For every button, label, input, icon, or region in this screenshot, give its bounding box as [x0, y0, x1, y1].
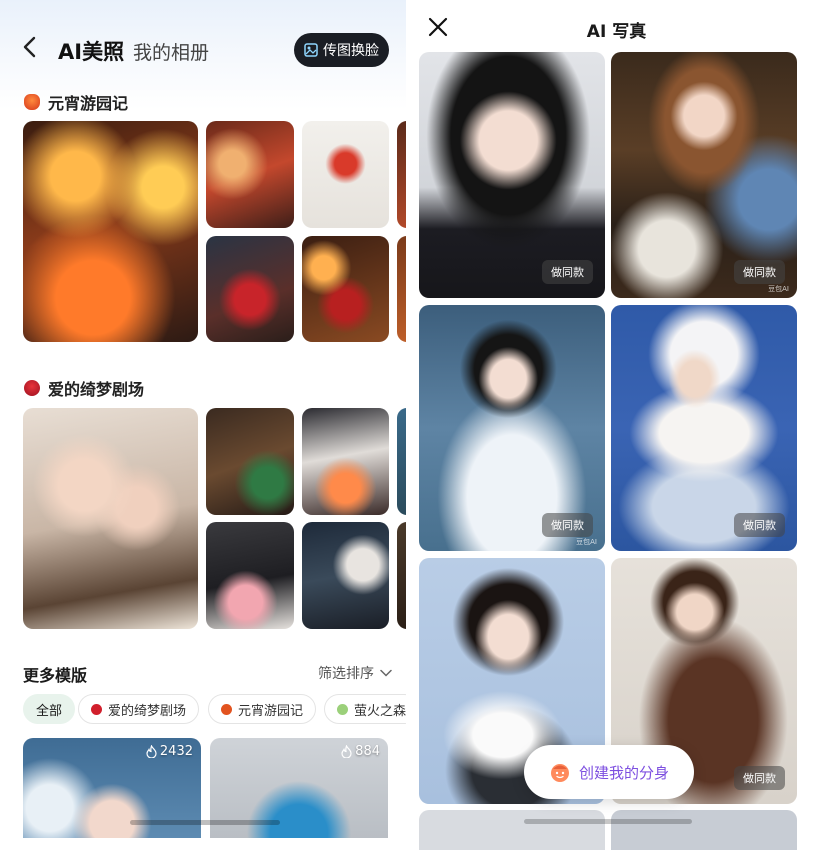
portrait-photo[interactable]: 做同款 豆包AI	[611, 52, 797, 298]
usage-count: 2432	[146, 744, 193, 759]
portrait-photo[interactable]: 做同款	[419, 52, 605, 298]
romance-template-tile[interactable]	[302, 522, 389, 629]
more-templates-title: 更多模版	[23, 666, 88, 685]
portrait-photo[interactable]: 做同款	[611, 305, 797, 551]
usage-count-value: 884	[355, 744, 380, 759]
usage-count-value: 2432	[159, 744, 193, 759]
filter-sort-label: 筛选排序	[318, 666, 374, 682]
lantern-icon	[221, 703, 232, 715]
romance-template-tile[interactable]	[397, 408, 406, 515]
image-swap-icon	[304, 43, 318, 57]
make-same-button[interactable]: 做同款	[734, 766, 785, 790]
chip-firefly-forest[interactable]: 萤火之森	[324, 694, 406, 724]
tab-ai-photos[interactable]: AI美照	[58, 36, 124, 66]
romance-template-large[interactable]	[23, 408, 198, 629]
chevron-down-icon	[380, 669, 392, 677]
chip-all-label: 全部	[36, 703, 63, 719]
section-romance-theater-label: 爱的绮梦剧场	[48, 380, 145, 399]
lantern-template-tile[interactable]	[397, 236, 406, 342]
create-my-avatar-label: 创建我的分身	[578, 763, 669, 782]
watermark: 豆包AI	[576, 538, 597, 546]
portrait-photo[interactable]: 做同款 豆包AI	[419, 305, 605, 551]
rose-icon	[91, 703, 102, 715]
page-title: AI 写真	[586, 22, 647, 42]
make-same-button[interactable]: 做同款	[542, 513, 593, 537]
lantern-template-tile[interactable]	[206, 121, 294, 228]
ai-photo-home-panel: AI美照 我的相册 传图换脸 元宵游园记 爱的绮梦剧场 更多模版 筛选排序 全部…	[0, 0, 406, 850]
tab-my-album[interactable]: 我的相册	[133, 38, 209, 65]
section-lantern-festival-label: 元宵游园记	[48, 94, 129, 113]
filter-sort-button[interactable]: 筛选排序	[318, 663, 392, 683]
chip-lantern-festival[interactable]: 元宵游园记	[208, 694, 317, 724]
lantern-template-large[interactable]	[23, 121, 198, 342]
romance-template-tile[interactable]	[206, 408, 294, 515]
usage-count: 884	[341, 744, 380, 759]
create-my-avatar-button[interactable]: 创建我的分身	[524, 745, 694, 799]
ai-portrait-panel: AI 写真 做同款 做同款 豆包AI 做同款 豆包AI 做同款 做同款 创建我的…	[412, 0, 821, 850]
portrait-photo[interactable]	[611, 810, 797, 850]
make-same-button[interactable]: 做同款	[734, 260, 785, 284]
lantern-template-tile[interactable]	[302, 236, 389, 342]
portrait-photo[interactable]	[419, 810, 605, 850]
firefly-icon	[337, 703, 348, 715]
lantern-template-tile[interactable]	[206, 236, 294, 342]
chip-all[interactable]: 全部	[23, 694, 76, 724]
lantern-icon	[24, 94, 40, 110]
lantern-template-tile[interactable]	[397, 121, 406, 228]
home-indicator	[130, 820, 280, 825]
rose-icon	[24, 380, 40, 396]
section-lantern-festival-title: 元宵游园记	[24, 90, 128, 114]
upload-face-swap-button[interactable]: 传图换脸	[294, 33, 389, 67]
make-same-button[interactable]: 做同款	[734, 513, 785, 537]
chip-firefly-forest-label: 萤火之森	[354, 703, 406, 719]
section-romance-theater-title: 爱的绮梦剧场	[24, 376, 144, 400]
home-indicator	[524, 819, 692, 824]
upload-face-swap-label: 传图换脸	[323, 43, 379, 59]
back-button[interactable]	[18, 32, 44, 62]
chip-lantern-festival-label: 元宵游园记	[238, 703, 304, 719]
chevron-left-icon	[23, 36, 36, 58]
watermark: 豆包AI	[768, 285, 789, 293]
flame-icon	[146, 745, 157, 758]
make-same-button[interactable]: 做同款	[542, 260, 593, 284]
lantern-template-tile[interactable]	[302, 121, 389, 228]
chip-romance-theater-label: 爱的绮梦剧场	[108, 703, 187, 719]
avatar-face-icon	[550, 764, 569, 782]
flame-icon	[341, 745, 352, 758]
chip-romance-theater[interactable]: 爱的绮梦剧场	[78, 694, 200, 724]
romance-template-tile[interactable]	[206, 522, 294, 629]
romance-template-tile[interactable]	[397, 522, 406, 629]
romance-template-tile[interactable]	[302, 408, 389, 515]
